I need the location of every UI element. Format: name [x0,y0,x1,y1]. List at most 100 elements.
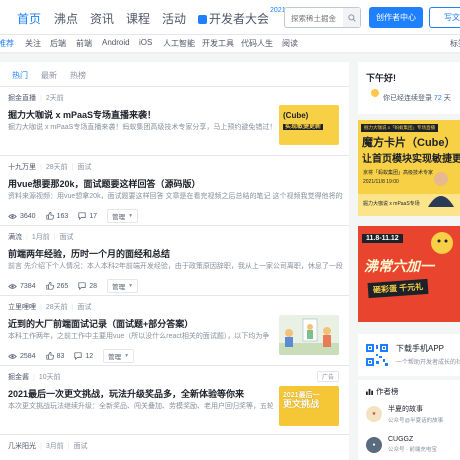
greeting-card: 下午好! 你已经连续登录 72 天 [358,62,460,114]
article-author[interactable]: 十九万里 [8,164,36,171]
category-code-life[interactable]: 代码人生 [241,38,273,49]
author-ranking-card: 作者榜 ★ 半夏的故事 公众号@半夏话的故事 ● CUGGZ 公众号 · 前端充… [358,380,460,460]
manage-dropdown[interactable]: 管理 ▼ [103,349,135,363]
event-banner[interactable]: 11.8-11.12 沸常六加一 砸彩蛋 千元礼 [358,226,460,322]
nav-events[interactable]: 活动 [162,10,186,27]
category-following[interactable]: 关注 [25,38,41,49]
article-item[interactable]: 掘金直播 | 2天前 掘力大咖说 x mPaaS专场直播来袭！ 掘力大咖说 x mP… [0,87,349,156]
article-item[interactable]: 立里哩哩 | 28天前 | 面试 近到的大厂前端面试记录（面试题+部分答案） 本科工作两… [0,296,349,366]
live-stream-banner[interactable]: 掘力大咖说 x「蚂蚁集团」专场直播 魔方卡片（Cube） 让首页模块实现敏捷更新… [358,120,460,216]
category-frontend[interactable]: 前端 [76,38,92,49]
like-button[interactable]: 83 [46,352,64,360]
category-ai[interactable]: 人工智能 [163,38,195,49]
author-name: CUGGZ [388,436,414,443]
category-nav: 推荐 关注 后端 前端 Android iOS 人工智能 开发工具 代码人生 阅… [0,35,460,52]
nav-home[interactable]: 首页 [17,10,41,27]
article-time: 2天前 [45,95,64,102]
article-stats: 3640 163 17 管理 ▼ [8,209,139,223]
dev-conference-label: 开发者大会 [209,12,270,26]
article-item[interactable]: 十九万里 | 28天前 | 面试 用vue想要那20k，面试题要这样回答（源码版） 资料… [0,156,349,226]
category-android[interactable]: Android [102,38,130,47]
category-reading[interactable]: 阅读 [282,38,298,49]
article-author[interactable]: 掘金直播 [8,95,36,102]
article-time: 28天前 [45,304,68,311]
nav-courses[interactable]: 课程 [126,10,150,27]
article-author[interactable]: 立里哩哩 [8,304,36,311]
app-download-subtitle: 一个帮助开发者成长的社区 [396,360,460,366]
like-button[interactable]: 163 [46,212,68,220]
category-tags[interactable]: 标签 [450,38,460,49]
like-button[interactable]: 265 [46,282,68,290]
article-item[interactable]: 满流 | 1月前 | 面试 前端两年经验，历时一个月的面经和总结 前言 先介绍下个人情况… [0,226,349,296]
view-count: 3640 [8,213,36,220]
app-download-title: 下载手机APP [396,344,445,353]
author-item[interactable]: ★ 半夏的故事 公众号@半夏话的故事 [366,404,443,424]
nav-pins[interactable]: 沸点 [54,10,78,27]
chevron-down-icon: ▼ [128,213,134,219]
article-thumbnail[interactable]: (Cube) 实现敏捷更新 [279,105,339,145]
article-title[interactable]: 2021最后一次更文挑战，玩法升级奖品多，全新体验等你来 [8,387,244,400]
manage-dropdown[interactable]: 管理 ▼ [107,279,139,293]
ranking-icon [366,388,373,395]
article-meta: 几米阳光 | 3月前 | 面试 [8,443,88,450]
article-title[interactable]: 用vue想要那20k，面试题要这样回答（源码版） [8,177,201,190]
creator-center-button[interactable]: 创作者中心 [369,7,423,28]
comment-button[interactable]: 12 [74,352,93,360]
tab-ranking[interactable]: 热榜 [70,70,86,81]
nav-news[interactable]: 资讯 [90,10,114,27]
article-title[interactable]: 掘力大咖说 x mPaaS专场直播来袭！ [8,108,156,121]
manage-dropdown[interactable]: 管理 ▼ [107,209,139,223]
comment-icon [74,352,82,360]
article-stats: 2584 83 12 管理 ▼ [8,349,135,363]
category-backend[interactable]: 后端 [50,38,66,49]
author-ranking-title: 作者榜 [376,387,399,396]
article-feed: 热门 最新 热榜 掘金直播 | 2天前 掘力大咖说 x mPaaS专场直播来袭！ 掘… [0,62,349,460]
article-thumbnail[interactable]: 2021最后一 更文挑战 [279,386,339,426]
article-author[interactable]: 掘金酱 [8,374,29,381]
tab-hot[interactable]: 热门 [12,70,28,81]
author-item[interactable]: ● CUGGZ 公众号 · 前端充电宝 [366,436,437,453]
article-time: 3月前 [45,443,64,450]
article-meta: 满流 | 1月前 | 面试 [8,234,74,241]
article-thumbnail[interactable] [279,315,339,355]
category-recommended[interactable]: 推荐 [0,38,14,49]
banner-title: 魔方卡片（Cube） [362,137,456,149]
chevron-down-icon: ▼ [128,283,134,289]
illustration-image [279,318,339,355]
banner-footer: 掘力大咖说 x mPaaS专场 [363,201,420,207]
category-dev-tools[interactable]: 开发工具 [202,38,234,49]
search-button[interactable] [343,8,360,27]
nav-dev-conference[interactable]: 开发者大会 2021 [198,7,286,27]
article-title[interactable]: 近到的大厂前端面试记录（面试题+部分答案） [8,317,193,330]
article-abstract: 本科工作两年，之前工作中主要用vue（所以没什么react相关的面试题），以下均… [8,333,270,340]
author-name: 半夏的故事 [388,406,423,413]
qr-code-icon [365,343,389,367]
article-meta: 掘金酱 | 10天前 [8,374,61,381]
article-meta: 掘金直播 | 2天前 [8,95,64,102]
search-input[interactable] [285,9,347,28]
eye-icon [8,213,17,219]
comment-button[interactable]: 17 [78,212,97,220]
article-item[interactable]: 几米阳光 | 3月前 | 面试 [0,435,349,460]
banner-kicker: 掘力大咖说 x「蚂蚁集团」专场直播 [361,124,438,132]
article-tag[interactable]: 面试 [60,234,74,241]
app-download-card[interactable]: 下载手机APP 一个帮助开发者成长的社区 [358,334,460,376]
article-abstract: 前言 先介绍下个人情况：本人本科2年前端开发经验，由于政策原因辞职，我从上一家公… [8,263,343,270]
category-ios[interactable]: iOS [139,38,152,47]
article-tag[interactable]: 面试 [77,304,91,311]
thumbs-up-icon [46,352,54,360]
tab-latest[interactable]: 最新 [41,70,57,81]
article-tag[interactable]: 面试 [74,443,88,450]
write-article-button[interactable]: 写文 [429,7,460,28]
article-tag[interactable]: 面试 [77,164,91,171]
greeting-title: 下午好! [366,73,396,83]
author-ranking-header: 作者榜 [366,386,399,397]
comment-button[interactable]: 28 [78,282,97,290]
article-author[interactable]: 几米阳光 [8,443,36,450]
article-title[interactable]: 前端两年经验，历时一个月的面经和总结 [8,247,170,260]
comment-icon [78,212,86,220]
thumbs-up-icon [46,212,54,220]
article-item[interactable]: 掘金酱 | 10天前 广告 2021最后一次更文挑战，玩法升级奖品多，全新体验等你来… [0,366,349,435]
article-author[interactable]: 满流 [8,234,22,241]
event-slogan: 砸彩蛋 千元礼 [367,278,429,299]
